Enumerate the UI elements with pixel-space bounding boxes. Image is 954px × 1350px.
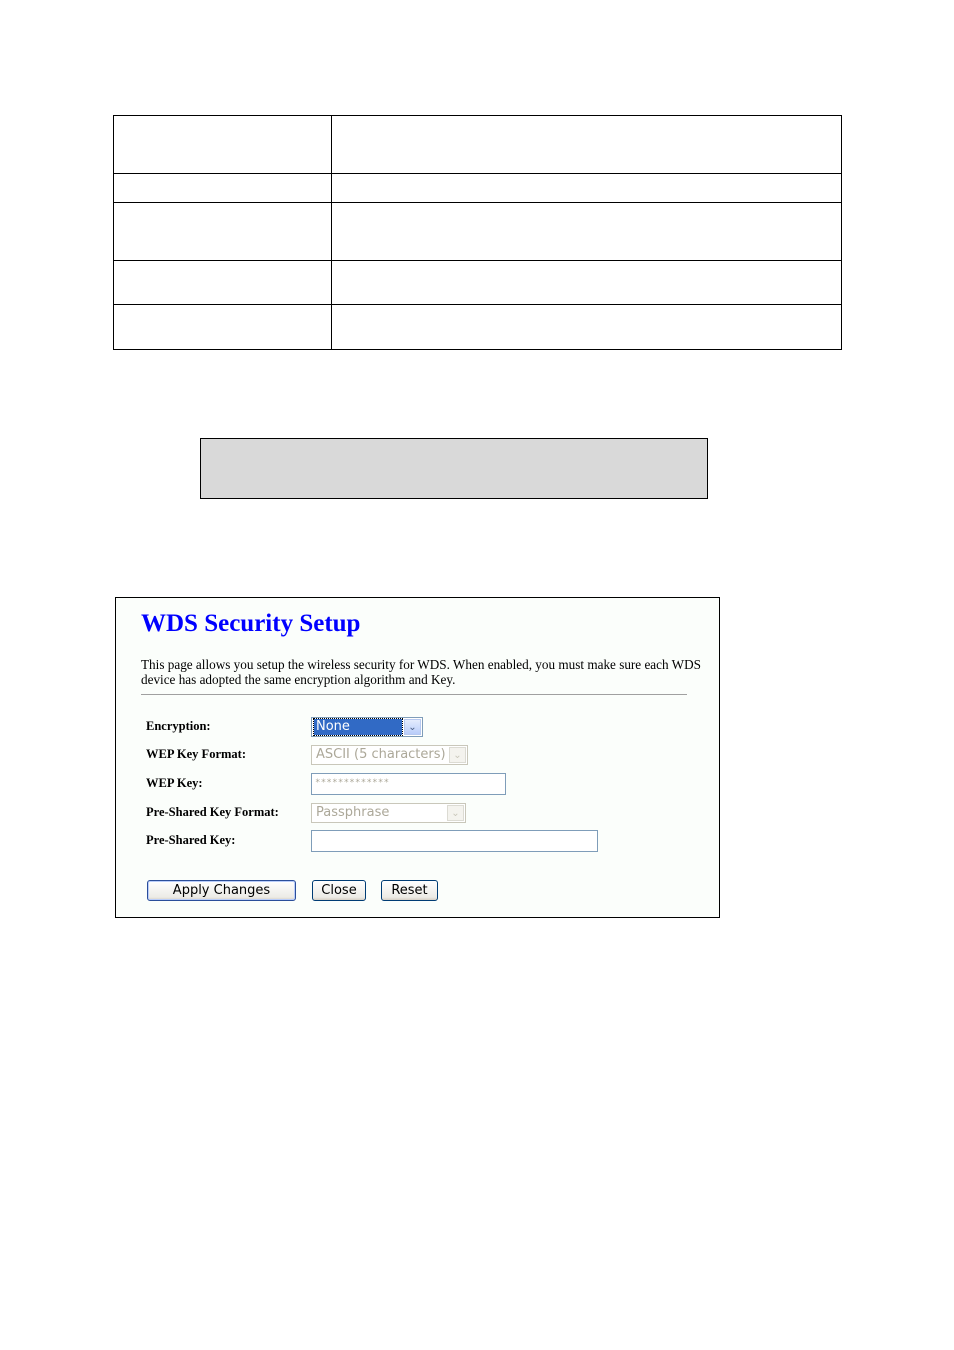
table-cell-label: [113, 260, 332, 305]
psk-format-select[interactable]: Passphrase ⌄: [311, 803, 466, 823]
page-description: This page allows you setup the wireless …: [141, 657, 701, 687]
psk-input[interactable]: [311, 830, 598, 852]
wep-key-label: WEP Key:: [146, 776, 203, 790]
wds-security-panel: WDS Security Setup This page allows you …: [115, 597, 720, 918]
chevron-down-icon[interactable]: ⌄: [447, 805, 464, 821]
apply-changes-button[interactable]: Apply Changes: [147, 880, 296, 901]
table-row: [113, 304, 842, 350]
table-row: [113, 202, 842, 261]
psk-label: Pre-Shared Key:: [146, 833, 236, 847]
divider: [141, 694, 687, 695]
table-cell-description: [331, 260, 842, 305]
table-cell-description: [331, 304, 842, 350]
encryption-select-value: None: [313, 718, 403, 736]
table-row: [113, 115, 842, 174]
encryption-select[interactable]: None ⌄: [311, 717, 423, 737]
table-cell-description: [331, 173, 842, 203]
encryption-label: Encryption:: [146, 719, 211, 733]
table-row: [113, 173, 842, 203]
wep-key-format-label: WEP Key Format:: [146, 747, 246, 761]
table-cell-label: [113, 202, 332, 261]
page-title: WDS Security Setup: [141, 610, 361, 637]
psk-format-value: Passphrase: [316, 805, 390, 820]
table-cell-description: [331, 115, 842, 174]
close-button[interactable]: Close: [312, 880, 366, 901]
wep-key-format-value: ASCII (5 characters): [316, 747, 446, 762]
chevron-down-icon[interactable]: ⌄: [449, 747, 466, 763]
table-cell-label: [113, 304, 332, 350]
note-box: [200, 438, 708, 499]
wep-key-input[interactable]: *************: [311, 773, 506, 795]
table-row: [113, 260, 842, 305]
table-cell-description: [331, 202, 842, 261]
table-cell-label: [113, 115, 332, 174]
table-cell-label: [113, 173, 332, 203]
parameter-table: [113, 115, 842, 350]
reset-button[interactable]: Reset: [381, 880, 438, 901]
psk-format-label: Pre-Shared Key Format:: [146, 805, 279, 819]
chevron-down-icon[interactable]: ⌄: [404, 719, 421, 735]
wep-key-format-select[interactable]: ASCII (5 characters) ⌄: [311, 745, 468, 765]
